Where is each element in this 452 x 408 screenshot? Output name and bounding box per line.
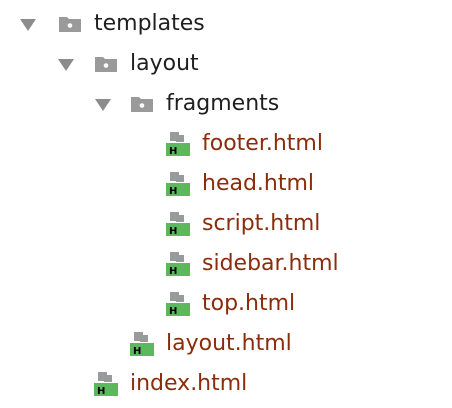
expand-arrow-icon[interactable] (58, 59, 74, 71)
tree-file-sidebar[interactable]: H sidebar.html (0, 245, 452, 285)
expand-arrow-icon[interactable] (20, 19, 36, 31)
html-file-icon: H (166, 132, 190, 157)
folder-label[interactable]: fragments (166, 90, 279, 118)
svg-text:H: H (169, 266, 177, 277)
folder-icon (131, 97, 153, 112)
file-label[interactable]: footer.html (202, 130, 323, 158)
file-label[interactable]: top.html (202, 290, 295, 318)
svg-text:H: H (169, 306, 177, 317)
file-label[interactable]: sidebar.html (202, 250, 339, 278)
svg-text:H: H (169, 226, 177, 237)
file-label[interactable]: script.html (202, 210, 320, 238)
file-label[interactable]: layout.html (166, 330, 292, 358)
svg-text:H: H (169, 186, 177, 197)
tree-file-footer[interactable]: H footer.html (0, 125, 452, 165)
svg-text:H: H (97, 386, 105, 397)
expand-arrow-icon[interactable] (95, 99, 111, 111)
tree-file-top[interactable]: H top.html (0, 285, 452, 325)
folder-icon (59, 17, 81, 32)
file-label[interactable]: head.html (202, 170, 314, 198)
svg-text:H: H (133, 346, 141, 357)
tree-file-script[interactable]: H script.html (0, 205, 452, 245)
tree-file-layout[interactable]: H layout.html (0, 325, 452, 365)
folder-label[interactable]: layout (130, 50, 199, 78)
tree-file-head[interactable]: H head.html (0, 165, 452, 205)
html-file-icon: H (130, 332, 154, 357)
html-file-icon: H (166, 212, 190, 237)
html-file-icon: H (166, 292, 190, 317)
project-file-tree: templates layout fragments H footer.html (0, 0, 452, 408)
svg-text:H: H (169, 146, 177, 157)
folder-label[interactable]: templates (94, 10, 205, 38)
html-file-icon: H (166, 172, 190, 197)
file-label[interactable]: index.html (130, 370, 247, 398)
tree-node-fragments[interactable]: fragments (0, 85, 452, 125)
html-file-icon: H (94, 372, 118, 397)
tree-node-layout[interactable]: layout (0, 45, 452, 85)
tree-node-templates[interactable]: templates (0, 5, 452, 45)
tree-file-index[interactable]: H index.html (0, 365, 452, 405)
html-file-icon: H (166, 252, 190, 277)
folder-icon (95, 57, 117, 72)
